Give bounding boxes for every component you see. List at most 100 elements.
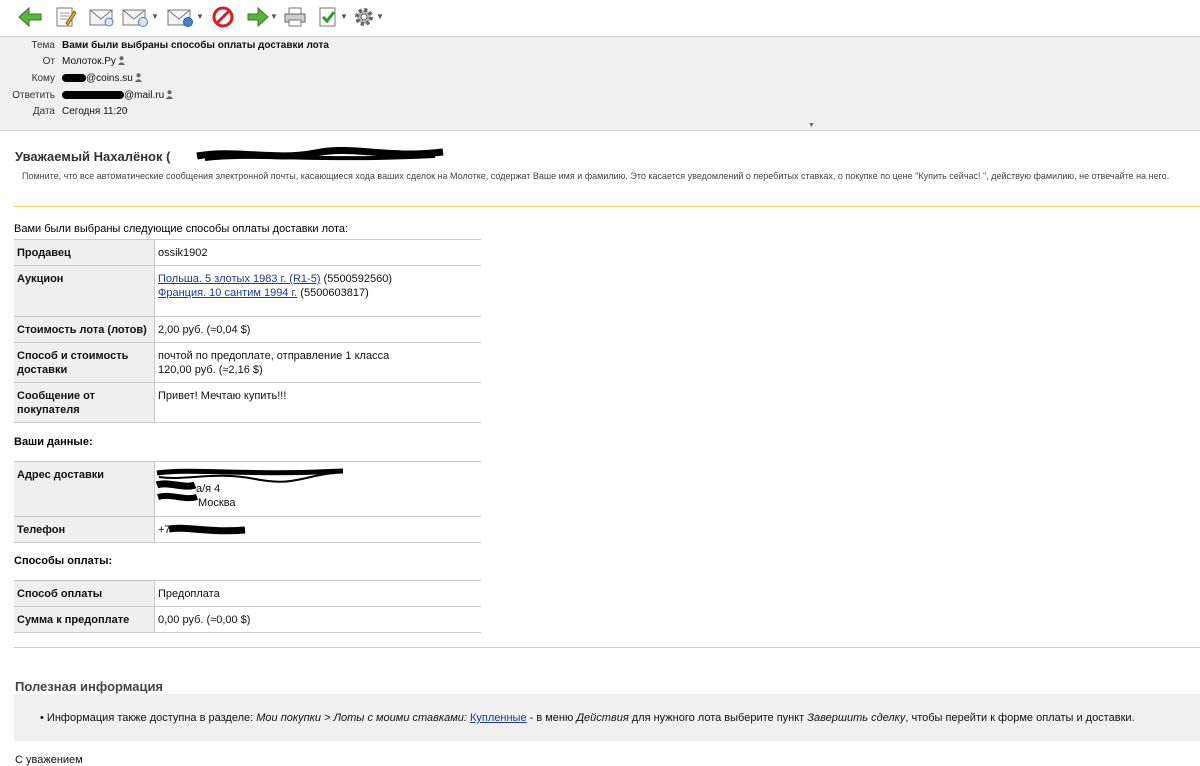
reply-to-address: @mail.ru xyxy=(124,90,165,101)
your-data-table: Адрес доставки а/я 4 Москва Телефон +7 xyxy=(14,461,481,543)
contact-person-icon[interactable] xyxy=(117,56,125,65)
useful-info-box: • Информация также доступна в разделе: М… xyxy=(14,694,1200,741)
to-value[interactable]: @coins.su xyxy=(62,71,142,87)
seller-label: Продавец xyxy=(14,239,155,266)
purchased-link[interactable]: Купленные xyxy=(470,712,527,724)
to-label: Кому xyxy=(31,73,55,84)
table-row: Сообщение от покупателя Привет! Мечтаю к… xyxy=(14,382,481,423)
address-value: а/я 4 Москва xyxy=(154,461,481,517)
your-data-title: Ваши данные: xyxy=(14,436,93,448)
reply-all-button[interactable]: ▼ xyxy=(122,6,159,28)
table-row: Сумма к предоплате 0,00 руб. (≈0,00 $) xyxy=(14,606,481,633)
info-text: Информация также доступна в разделе: xyxy=(46,712,257,724)
next-button[interactable]: ▼ xyxy=(247,6,278,28)
auction-link-2[interactable]: Франция. 10 сантим 1994 г. xyxy=(158,287,297,299)
payment-method-label: Способ оплаты xyxy=(14,580,155,607)
table-row: Продавец ossik1902 xyxy=(14,239,481,266)
reply-to-label: Ответить xyxy=(12,90,55,101)
from-name: Молоток.Ру xyxy=(62,56,116,67)
actions-menu-name: Действия xyxy=(576,712,629,724)
table-row: Аукцион Польша. 5 злотых 1983 г. (R1-5) … xyxy=(14,265,481,317)
forward-button[interactable]: ▼ xyxy=(167,6,204,28)
auction-label: Аукцион xyxy=(14,265,155,317)
contact-person-icon[interactable] xyxy=(134,73,142,82)
redaction-mark xyxy=(62,91,124,100)
delivery-cost: 120,00 руб. (≈2,16 $) xyxy=(158,364,263,376)
lot-cost-label: Стоимость лота (лотов) xyxy=(14,316,155,343)
address-label: Адрес доставки xyxy=(14,461,155,517)
subject-label: Тема xyxy=(31,40,55,51)
lot-details-table: Продавец ossik1902 Аукцион Польша. 5 зло… xyxy=(14,239,481,423)
compose-button[interactable] xyxy=(55,6,77,28)
buyer-message-label: Сообщение от покупателя xyxy=(14,382,155,423)
message-header: Тема Вами были выбраны способы оплаты до… xyxy=(0,36,1200,131)
reply-to-value[interactable]: @mail.ru xyxy=(62,88,174,104)
email-toolbar: ▼ ▼ ▼ ▼ ▼ xyxy=(0,0,1200,36)
useful-info-title: Полезная информация xyxy=(15,679,164,694)
auction-link-1[interactable]: Польша. 5 злотых 1983 г. (R1-5) xyxy=(158,273,320,285)
delivery-method: почтой по предоплате, отправление 1 клас… xyxy=(158,350,390,362)
print-button[interactable] xyxy=(284,6,306,28)
settings-button[interactable]: ▼ xyxy=(353,6,384,28)
from-value[interactable]: Молоток.Ру xyxy=(62,54,125,70)
contact-person-icon[interactable] xyxy=(166,90,174,99)
divider xyxy=(14,206,1200,207)
date-label: Дата xyxy=(32,106,55,117)
spam-check-button[interactable]: ▼ xyxy=(317,6,348,28)
greeting: Уважаемый Нахалёнок ( xyxy=(15,149,171,164)
back-button[interactable] xyxy=(18,6,42,28)
compose-icon xyxy=(56,7,77,27)
from-row: От Молоток.Ру xyxy=(0,54,1200,70)
expand-header-icon[interactable]: ▼ xyxy=(808,122,815,129)
closing-text: С уважением xyxy=(15,754,83,766)
next-arrow-icon xyxy=(247,7,269,27)
date-row: Дата Сегодня 11:20 xyxy=(0,104,1200,120)
info-text: - в меню xyxy=(526,712,577,724)
auction-id-1: (5500592560) xyxy=(320,273,393,285)
phone-value: +7 xyxy=(154,516,481,543)
back-arrow-icon xyxy=(18,7,42,27)
subject-row: Тема Вами были выбраны способы оплаты до… xyxy=(0,38,1200,54)
spam-check-dropdown-icon[interactable]: ▼ xyxy=(340,13,348,21)
divider xyxy=(14,647,1200,648)
phone-label: Телефон xyxy=(14,516,155,543)
delivery-value: почтой по предоплате, отправление 1 клас… xyxy=(154,342,481,383)
from-label: От xyxy=(42,56,55,67)
prepay-sum-value: 0,00 руб. (≈0,00 $) xyxy=(154,606,481,633)
settings-dropdown-icon[interactable]: ▼ xyxy=(376,13,384,21)
subject-value: Вами были выбраны способы оплаты доставк… xyxy=(62,40,329,51)
reply-button[interactable] xyxy=(89,6,115,28)
auction-value: Польша. 5 злотых 1983 г. (R1-5) (5500592… xyxy=(154,265,481,317)
auction-id-2: (5500603817) xyxy=(297,287,369,299)
table-row: Телефон +7 xyxy=(14,516,481,543)
intro-text: Вами были выбраны следующие способы опла… xyxy=(14,223,349,235)
info-path: Мои покупки > Лоты с моими ставками: xyxy=(256,712,470,724)
next-dropdown-icon[interactable]: ▼ xyxy=(270,13,278,21)
spam-check-icon xyxy=(319,7,336,27)
print-icon xyxy=(284,7,306,27)
redaction-scribble xyxy=(155,468,344,502)
forward-dropdown-icon[interactable]: ▼ xyxy=(196,13,204,21)
info-text: для нужного лота выберите пункт xyxy=(628,712,808,724)
reply-all-dropdown-icon[interactable]: ▼ xyxy=(151,13,159,21)
complete-deal-name: Завершить сделку xyxy=(807,712,906,724)
settings-gear-icon xyxy=(355,8,373,26)
date-value: Сегодня 11:20 xyxy=(62,106,128,117)
redaction-scribble xyxy=(168,524,246,535)
table-row: Адрес доставки а/я 4 Москва xyxy=(14,461,481,517)
reply-all-icon xyxy=(122,9,148,27)
lot-cost-value: 2,00 руб. (≈0,04 $) xyxy=(154,316,481,343)
payment-method-value: Предоплата xyxy=(154,580,481,607)
seller-value: ossik1902 xyxy=(154,239,481,266)
buyer-message-value: Привет! Мечтаю купить!!! xyxy=(154,382,481,423)
list-item: • Информация также доступна в разделе: М… xyxy=(40,712,1135,724)
to-address: @coins.su xyxy=(86,73,133,84)
info-text: , чтобы перейти к форме оплаты и доставк… xyxy=(905,712,1135,724)
table-row: Способ и стоимость доставки почтой по пр… xyxy=(14,342,481,383)
table-row: Способ оплаты Предоплата xyxy=(14,580,481,607)
payment-title: Способы оплаты: xyxy=(14,555,113,567)
forward-icon xyxy=(167,9,193,27)
delivery-label: Способ и стоимость доставки xyxy=(14,342,155,383)
prepay-sum-label: Сумма к предоплате xyxy=(14,606,155,633)
delete-button[interactable] xyxy=(212,6,234,28)
